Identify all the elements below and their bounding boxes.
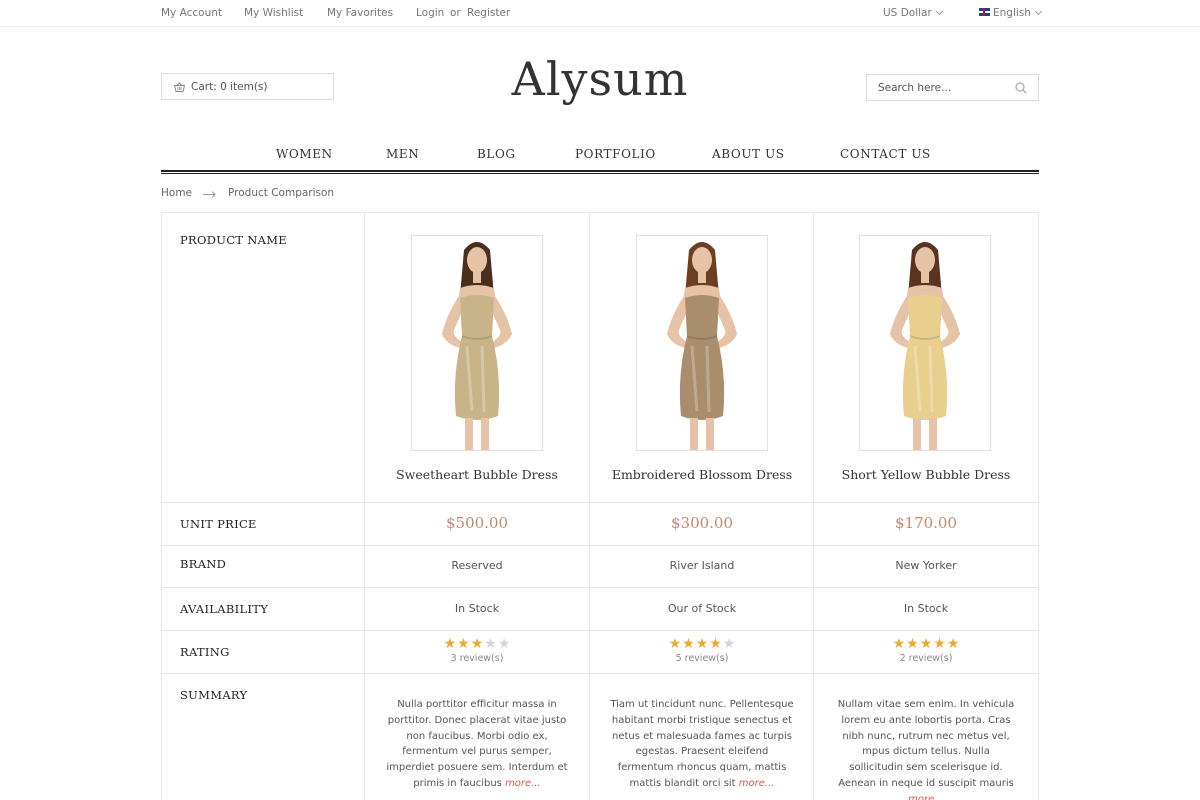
star-filled-icon: ★ — [946, 636, 960, 652]
product-availability: In Stock — [454, 602, 500, 615]
star-filled-icon: ★ — [457, 636, 470, 652]
star-filled-icon: ★ — [906, 636, 919, 652]
star-filled-icon: ★ — [709, 636, 722, 652]
product-name[interactable]: Sweetheart Bubble Dress — [365, 467, 589, 482]
language-label: English — [993, 7, 1031, 19]
my-wishlist-link[interactable]: My Wishlist — [244, 7, 303, 19]
review-count: 3 review(s) — [450, 653, 504, 664]
product-image[interactable] — [636, 235, 768, 451]
main-nav: WOMEN MEN BLOG PORTFOLIO ABOUT US CONTAC… — [161, 144, 1039, 164]
product-availability: In Stock — [903, 602, 949, 615]
product-brand: Reserved — [451, 559, 503, 572]
table-row-divider — [161, 545, 1039, 546]
basket-icon — [173, 82, 186, 92]
star-filled-icon: ★ — [933, 636, 946, 652]
star-filled-icon: ★ — [892, 636, 906, 652]
label-product-name: PRODUCT NAME — [180, 233, 287, 247]
star-empty-icon: ★ — [497, 636, 511, 652]
star-filled-icon: ★ — [470, 636, 484, 652]
top-bar: My Account My Wishlist My Favorites Logi… — [0, 0, 1200, 27]
nav-divider-thin — [161, 173, 1039, 174]
rating-stars: ★★★★★ — [590, 637, 814, 651]
review-count: 5 review(s) — [675, 653, 729, 664]
star-empty-icon: ★ — [484, 636, 497, 652]
rating-stars: ★★★★★ — [365, 637, 589, 651]
more-link[interactable]: more... — [908, 794, 944, 800]
search-icon[interactable] — [1015, 82, 1027, 94]
search-input[interactable] — [867, 75, 1007, 100]
language-selector[interactable]: English — [979, 7, 1042, 19]
cart-button[interactable]: Cart: 0 item(s) — [161, 73, 334, 100]
summary-text: Tiam ut tincidunt nunc. Pellentesque hab… — [610, 699, 794, 789]
search-box — [866, 74, 1039, 101]
product-brand: River Island — [669, 559, 735, 572]
star-empty-icon: ★ — [722, 636, 736, 652]
product-name[interactable]: Short Yellow Bubble Dress — [814, 467, 1038, 482]
summary-text: Nullam vitae sem enim. In vehicula lorem… — [837, 699, 1015, 789]
site-logo[interactable]: Alysum — [480, 52, 720, 106]
nav-item-men[interactable]: MEN — [386, 147, 419, 161]
uk-flag-icon — [979, 8, 990, 16]
more-link[interactable]: more... — [505, 778, 541, 789]
nav-item-women[interactable]: WOMEN — [276, 147, 333, 161]
breadcrumb-current: Product Comparison — [228, 187, 335, 199]
star-filled-icon: ★ — [695, 636, 709, 652]
login-or-text: or — [450, 7, 461, 19]
nav-divider — [161, 170, 1039, 172]
currency-selector[interactable]: US Dollar — [883, 7, 943, 19]
product-image[interactable] — [411, 235, 543, 451]
my-favorites-link[interactable]: My Favorites — [327, 7, 393, 19]
table-row-divider — [161, 630, 1039, 631]
product-price: $170.00 — [894, 514, 958, 532]
nav-item-about-us[interactable]: ABOUT US — [712, 147, 785, 161]
review-count: 2 review(s) — [899, 653, 953, 664]
label-unit-price: UNIT PRICE — [180, 517, 257, 531]
rating-stars: ★★★★★ — [814, 637, 1038, 651]
product-summary: Nullam vitae sem enim. In vehicula lorem… — [814, 697, 1038, 800]
currency-label: US Dollar — [883, 7, 932, 19]
dress-model-figure — [442, 242, 512, 450]
star-filled-icon: ★ — [919, 636, 933, 652]
product-price: $300.00 — [670, 514, 734, 532]
product-price: $500.00 — [445, 514, 509, 532]
label-brand: BRAND — [180, 557, 227, 571]
my-account-link[interactable]: My Account — [161, 7, 222, 19]
dress-model-figure — [890, 242, 960, 450]
product-summary: Nulla porttitor efficitur massa in portt… — [365, 697, 589, 792]
chevron-down-icon — [935, 7, 943, 16]
product-image[interactable] — [859, 235, 991, 451]
dress-model-figure — [667, 242, 737, 450]
table-row-divider — [161, 673, 1039, 674]
product-availability: Our of Stock — [667, 602, 737, 615]
product-brand: New Yorker — [895, 559, 957, 572]
more-link[interactable]: more... — [739, 778, 775, 789]
cart-label: Cart: 0 item(s) — [191, 81, 268, 93]
nav-item-portfolio[interactable]: PORTFOLIO — [575, 147, 656, 161]
nav-item-contact-us[interactable]: CONTACT US — [840, 147, 931, 161]
table-row-divider — [161, 502, 1039, 503]
star-filled-icon: ★ — [443, 636, 457, 652]
star-filled-icon: ★ — [668, 636, 682, 652]
chevron-down-icon — [1034, 7, 1042, 16]
summary-text: Nulla porttitor efficitur massa in portt… — [386, 699, 568, 789]
star-filled-icon: ★ — [682, 636, 695, 652]
breadcrumb-home[interactable]: Home — [161, 187, 192, 199]
table-row-divider — [161, 587, 1039, 588]
label-rating: RATING — [180, 645, 230, 659]
label-availability: AVAILABILITY — [180, 602, 269, 616]
login-link[interactable]: Login — [416, 7, 444, 19]
arrow-right-icon — [203, 191, 216, 198]
register-link[interactable]: Register — [467, 7, 510, 19]
product-name[interactable]: Embroidered Blossom Dress — [590, 467, 814, 482]
product-summary: Tiam ut tincidunt nunc. Pellentesque hab… — [590, 697, 814, 792]
nav-item-blog[interactable]: BLOG — [477, 147, 516, 161]
label-summary: SUMMARY — [180, 688, 248, 702]
